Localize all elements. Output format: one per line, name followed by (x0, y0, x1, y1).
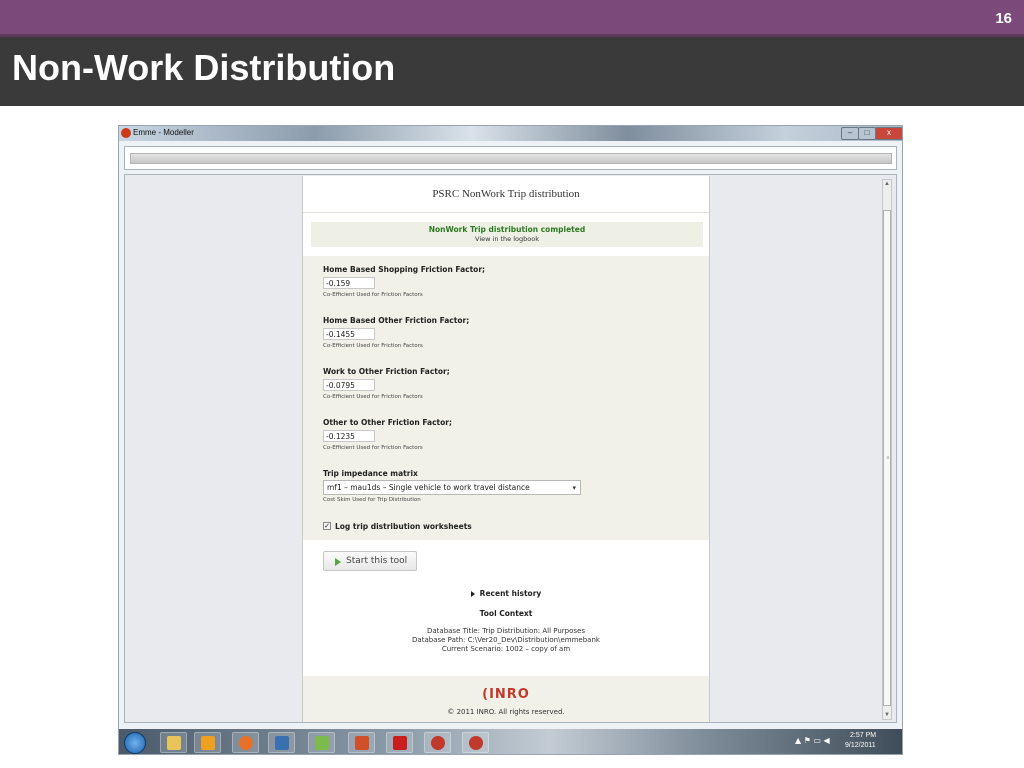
slide-title: Non-Work Distribution (12, 47, 396, 88)
window-titlebar: Emme - Modeller – □ x (119, 126, 902, 141)
start-tool-button[interactable]: Start this tool (323, 551, 417, 571)
inro-logo: (INRO (482, 687, 530, 702)
play-icon (335, 558, 341, 566)
system-tray[interactable]: ▲ ⚑ ▭ ◀ (795, 736, 830, 745)
taskbar-acrobat[interactable] (386, 732, 413, 753)
current-scenario: Current Scenario: 1002 – copy of am (441, 645, 571, 653)
database-path: Database Path: C:\Ver20_Dev\Distribution… (412, 636, 600, 644)
completion-notice: NonWork Trip distribution completed View… (311, 222, 703, 247)
oto-friction-label: Other to Other Friction Factor; (323, 418, 452, 427)
logbook-link[interactable]: View in the logbook (311, 235, 703, 243)
emme-modeller-window: Emme - Modeller – □ x PSRC NonWork Trip … (118, 125, 903, 755)
pdf-icon (393, 736, 407, 750)
notepad-icon (315, 736, 329, 750)
log-worksheets-label: Log trip distribution worksheets (335, 522, 472, 531)
hbo-friction-label: Home Based Other Friction Factor; (323, 316, 470, 325)
hbo-friction-input[interactable]: -0.1455 (323, 328, 375, 340)
tool-context-heading: Tool Context (479, 609, 533, 618)
copyright-text: © 2011 INRO. All rights reserved. (447, 708, 565, 716)
scroll-thumb[interactable]: ≡ (883, 210, 891, 706)
taskbar-explorer[interactable] (160, 732, 187, 753)
wto-friction-label: Work to Other Friction Factor; (323, 367, 450, 376)
progress-bar (130, 153, 892, 164)
wto-friction-input[interactable]: -0.0795 (323, 379, 375, 391)
database-title: Database Title: Trip Distribution: All P… (426, 627, 585, 635)
tool-title: PSRC NonWork Trip distribution (432, 188, 580, 200)
impedance-matrix-select[interactable]: mf1 – mau1ds – Single vehicle to work tr… (323, 480, 581, 495)
content-area: PSRC NonWork Trip distribution NonWork T… (124, 174, 897, 723)
hbs-friction-input[interactable]: -0.159 (323, 277, 375, 289)
impedance-matrix-hint: Cost Skim Used for Trip Distribution (323, 497, 421, 503)
network-icon (275, 736, 289, 750)
title-divider (303, 212, 709, 213)
maximize-button[interactable]: □ (858, 127, 876, 140)
powerpoint-icon (355, 736, 369, 750)
close-button[interactable]: x (875, 127, 902, 140)
hbo-friction-hint: Co-Efficient Used for Friction Factors (323, 343, 423, 349)
clock-time[interactable]: 2:57 PM (850, 732, 876, 739)
impedance-matrix-label: Trip impedance matrix (323, 469, 418, 478)
wto-friction-hint: Co-Efficient Used for Friction Factors (323, 394, 423, 400)
recent-history-label: Recent history (479, 589, 542, 598)
oto-friction-input[interactable]: -0.1235 (323, 430, 375, 442)
minimize-button[interactable]: – (841, 127, 859, 140)
scroll-down-icon[interactable]: ▼ (883, 711, 891, 719)
taskbar-emme[interactable] (424, 732, 451, 753)
taskbar-notepad[interactable] (308, 732, 335, 753)
start-menu-icon[interactable] (124, 732, 146, 754)
firefox-icon (239, 736, 253, 750)
folder-icon (167, 736, 181, 750)
clock-date[interactable]: 9/12/2011 (845, 742, 876, 749)
taskbar-network[interactable] (268, 732, 295, 753)
taskbar-modeller[interactable] (462, 732, 489, 753)
recent-history-toggle[interactable]: Recent history (303, 589, 709, 598)
modeller-icon (469, 736, 483, 750)
windows-taskbar: ▲ ⚑ ▭ ◀ 2:57 PM 9/12/2011 (119, 729, 902, 754)
expand-triangle-icon (470, 591, 475, 597)
tool-panel: PSRC NonWork Trip distribution NonWork T… (302, 176, 710, 722)
emme-icon (431, 736, 445, 750)
oto-friction-hint: Co-Efficient Used for Friction Factors (323, 445, 423, 451)
outlook-icon (201, 736, 215, 750)
form-area: Home Based Shopping Friction Factor; -0.… (303, 256, 709, 540)
grip-icon: ≡ (886, 455, 890, 461)
vertical-scrollbar[interactable]: ▲ ≡ ▼ (882, 179, 892, 720)
slide-header-bar: 16 (0, 0, 1024, 34)
taskbar-firefox[interactable] (232, 732, 259, 753)
inro-logo-text: INRO (489, 687, 530, 702)
taskbar-outlook[interactable] (194, 732, 221, 753)
hbs-friction-hint: Co-Efficient Used for Friction Factors (323, 292, 423, 298)
scroll-up-icon[interactable]: ▲ (883, 180, 891, 188)
start-tool-label: Start this tool (346, 556, 408, 566)
toolbar-area (124, 146, 897, 170)
emme-app-icon (121, 128, 131, 138)
slide-number: 16 (995, 10, 1012, 27)
dropdown-arrow-icon: ▾ (572, 484, 576, 492)
completion-message: NonWork Trip distribution completed (428, 225, 586, 234)
taskbar-powerpoint[interactable] (348, 732, 375, 753)
hbs-friction-label: Home Based Shopping Friction Factor; (323, 265, 486, 274)
panel-footer: (INRO © 2011 INRO. All rights reserved. (303, 676, 709, 722)
impedance-matrix-value: mf1 – mau1ds – Single vehicle to work tr… (327, 483, 530, 492)
log-worksheets-checkbox[interactable]: ✓ (323, 522, 331, 530)
window-title: Emme - Modeller (133, 128, 194, 137)
